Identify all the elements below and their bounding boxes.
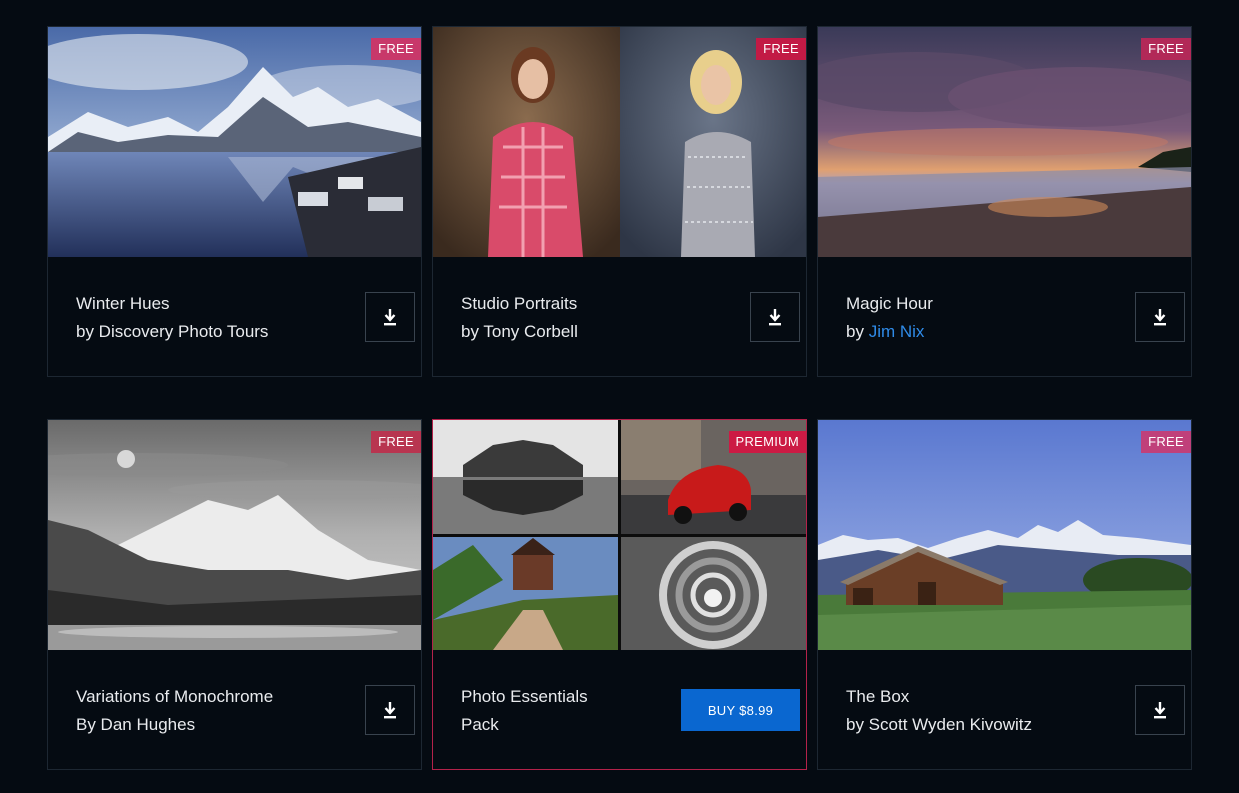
preset-author: by Scott Wyden Kivowitz (846, 715, 1032, 734)
preset-author: by Jim Nix (846, 318, 1116, 346)
preset-author: by Discovery Photo Tours (76, 322, 269, 341)
preset-title: Studio Portraits (461, 294, 578, 313)
preset-card[interactable]: FREE Variations of Monochrome By Dan Hug… (47, 419, 422, 770)
preset-card[interactable]: FREE The Box by Scott Wyden Kivowitz (817, 419, 1192, 770)
preset-title: Variations of Monochrome (76, 687, 274, 706)
preset-author: by Tony Corbell (461, 322, 578, 341)
download-icon (1154, 702, 1166, 719)
barn-mountains-image (818, 420, 1191, 650)
download-icon (769, 309, 781, 326)
monochrome-mountain-image (48, 420, 421, 650)
preset-title: Winter Hues (76, 294, 170, 313)
preset-author: By Dan Hughes (76, 715, 196, 734)
preset-thumbnail[interactable]: FREE (48, 420, 421, 650)
preset-title: Magic Hour (846, 294, 933, 313)
preset-thumbnail[interactable]: FREE (818, 420, 1191, 650)
portraits-image (433, 27, 806, 257)
download-icon (384, 309, 396, 326)
preset-thumbnail[interactable]: PREMIUM (433, 420, 806, 650)
download-button[interactable] (365, 292, 415, 342)
preset-card[interactable]: FREE Winter Hues by Discovery Photo Tour… (47, 26, 422, 377)
free-badge: FREE (371, 431, 421, 453)
download-button[interactable] (1135, 292, 1185, 342)
download-button[interactable] (750, 292, 800, 342)
download-icon (1154, 309, 1166, 326)
mountain-lake-image (48, 27, 421, 257)
free-badge: FREE (371, 38, 421, 60)
preset-thumbnail[interactable]: FREE (48, 27, 421, 257)
preset-thumbnail[interactable]: FREE (818, 27, 1191, 257)
preset-card[interactable]: FREE Studio Portraits by Tony Corbell (432, 26, 807, 377)
free-badge: FREE (1141, 431, 1191, 453)
author-link[interactable]: Jim Nix (869, 322, 925, 341)
free-badge: FREE (1141, 38, 1191, 60)
buy-button[interactable]: BUY $8.99 (681, 689, 800, 731)
premium-preset-card[interactable]: PREMIUM Photo Essentials Pack BUY $8.99 (432, 419, 807, 770)
premium-badge: PREMIUM (728, 431, 806, 453)
preset-thumbnail[interactable]: FREE (433, 27, 806, 257)
preset-title: The Box (846, 687, 910, 706)
free-badge: FREE (756, 38, 806, 60)
preset-card[interactable]: FREE Magic Hour by Jim Nix (817, 26, 1192, 377)
photo-collage-image (433, 420, 806, 650)
author-prefix: by (846, 322, 869, 341)
sunset-beach-image (818, 27, 1191, 257)
download-button[interactable] (365, 685, 415, 735)
download-icon (384, 702, 396, 719)
download-button[interactable] (1135, 685, 1185, 735)
